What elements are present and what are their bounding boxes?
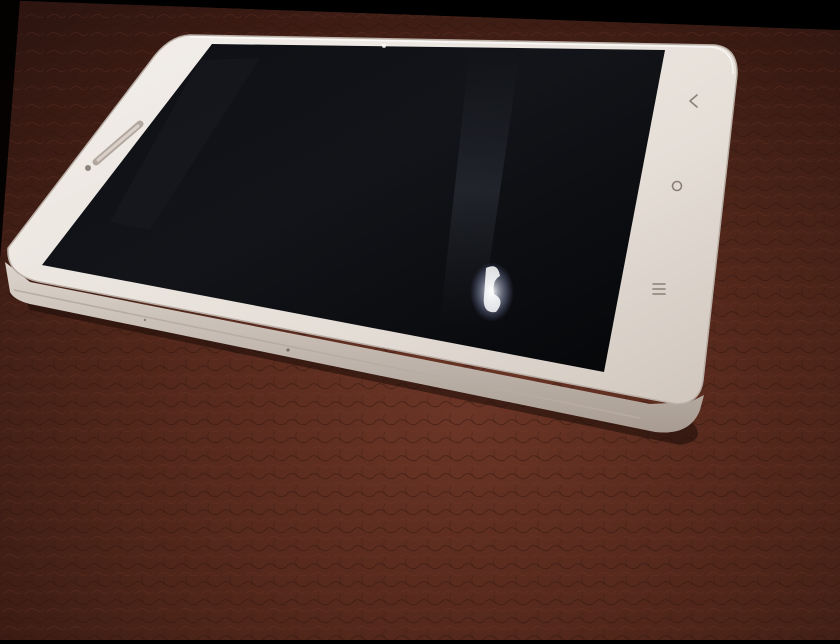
front-sensor <box>85 165 91 171</box>
edge-dot <box>143 318 147 322</box>
edge-pinhole <box>286 348 290 352</box>
photo-svg <box>0 0 840 640</box>
photo-scene <box>0 0 840 640</box>
screen-speck <box>382 44 386 48</box>
